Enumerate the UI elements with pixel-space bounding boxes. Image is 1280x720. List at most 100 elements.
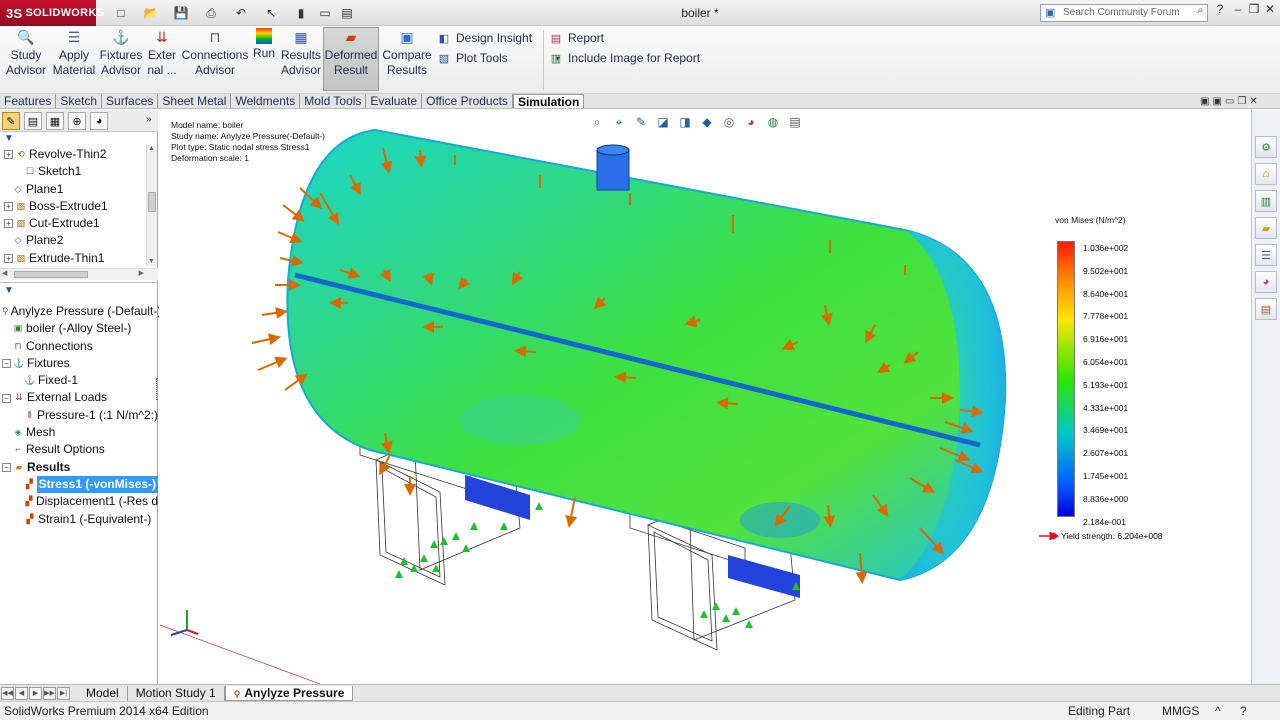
window-close-icon[interactable]: ✕ — [1249, 96, 1257, 110]
tree-item-cut-extrude1[interactable]: + ▨ Cut-Extrude1 — [4, 215, 144, 232]
tree-item-displacement1[interactable]: ▞ Displacement1 (-Res d — [2, 493, 158, 510]
undo-icon[interactable]: ↶ — [232, 4, 250, 22]
tab-surfaces[interactable]: Surfaces — [102, 94, 159, 108]
home-icon[interactable]: ⌂ — [1255, 163, 1277, 185]
scroll-thumb[interactable] — [14, 271, 88, 278]
tree-item-study[interactable]: ⚲ Anylyze Pressure (-Default-) — [2, 303, 161, 320]
close-icon[interactable]: ✕ — [1262, 2, 1278, 18]
run-button[interactable]: Run — [250, 28, 278, 92]
tab-evaluate[interactable]: Evaluate — [366, 94, 423, 108]
tile-vertical-icon[interactable]: ▣ — [1212, 96, 1221, 110]
tab-sheet-metal[interactable]: Sheet Metal — [158, 94, 232, 108]
plot-tools-button[interactable]: ▧ Plot Tools ▾ — [436, 48, 560, 68]
zoom-to-area-icon[interactable]: ⌖ — [611, 114, 627, 130]
minimize-icon[interactable]: – — [1230, 2, 1246, 18]
section-view-icon[interactable]: ◪ — [655, 114, 671, 130]
tab-motion-study-1[interactable]: Motion Study 1 — [128, 685, 225, 701]
report-button[interactable]: ▤ Report — [548, 28, 604, 48]
tree-item-fixed-1[interactable]: ⚓ Fixed-1 — [2, 372, 158, 389]
print-icon[interactable]: ⎙ — [202, 4, 220, 22]
filter-icon[interactable]: ▼ — [4, 133, 14, 144]
status-help-icon[interactable]: ? — [1240, 704, 1247, 718]
tree-item-fixtures[interactable]: − ⚓ Fixtures — [2, 355, 158, 372]
apply-scene-icon[interactable]: ◍ — [765, 114, 781, 130]
tile-horizontal-icon[interactable]: ▣ — [1200, 96, 1209, 110]
filter-icon[interactable]: ▼ — [4, 285, 14, 296]
file-explorer-icon[interactable]: ▰ — [1255, 217, 1277, 239]
hide-show-items-icon[interactable]: ◎ — [721, 114, 737, 130]
tree-item-connections[interactable]: ⊓ Connections — [2, 338, 158, 355]
scroll-down-icon[interactable]: ▼ — [148, 258, 155, 265]
tree-item-plane1[interactable]: ◇ Plane1 — [4, 181, 144, 198]
scroll-up-icon[interactable]: ▲ — [148, 145, 155, 152]
zoom-to-fit-icon[interactable]: ⌕ — [589, 114, 605, 130]
deformed-result-button[interactable]: ▰ Deformed Result — [323, 27, 379, 91]
tree-item-results[interactable]: − ▰ Results — [2, 459, 158, 476]
scroll-left-icon[interactable]: ◀ — [2, 269, 7, 277]
view-settings-icon[interactable]: ▤ — [787, 114, 803, 130]
tab-features[interactable]: Features — [0, 94, 57, 108]
tree-horizontal-scrollbar[interactable]: ◀ ▶ — [0, 268, 158, 280]
scroll-thumb[interactable] — [148, 192, 156, 212]
display-manager-tab-icon[interactable]: ◕ — [90, 112, 108, 130]
tree-item-part[interactable]: ▣ boiler (-Alloy Steel-) — [2, 320, 158, 337]
collapse-icon[interactable]: − — [2, 393, 11, 403]
previous-view-icon[interactable]: ✎ — [633, 114, 649, 130]
include-image-button[interactable]: ▥ Include Image for Report — [548, 48, 700, 68]
search-input[interactable]: ▣ Search Community Forum ⌕ — [1040, 4, 1208, 22]
search-scope-icon[interactable]: ▣ — [1045, 6, 1055, 19]
expand-icon[interactable]: + — [4, 253, 13, 263]
solidworks-logo[interactable]: 3S SOLIDWORKS — [0, 0, 104, 26]
tree-item-boss-extrude1[interactable]: + ▧ Boss-Extrude1 — [4, 198, 144, 215]
property-manager-tab-icon[interactable]: ▤ — [24, 112, 42, 130]
results-advisor-button[interactable]: ▦ Results Advisor — [280, 28, 322, 92]
study-advisor-button[interactable]: 🔍 Study Advisor — [4, 28, 48, 92]
tab-model[interactable]: Model — [78, 685, 128, 701]
collapse-icon[interactable]: − — [2, 359, 11, 369]
design-library-icon[interactable]: ▥ — [1255, 190, 1277, 212]
graphics-area[interactable]: Model name: boiler Study name: Anylyze P… — [159, 110, 1251, 684]
tree-item-stress1[interactable]: ▞ Stress1 (-vonMises-) — [2, 475, 158, 494]
tree-item-external-loads[interactable]: − ⇊ External Loads — [2, 389, 158, 406]
first-tab-icon[interactable]: ◀◀ — [1, 686, 14, 700]
tab-weldments[interactable]: Weldments — [231, 94, 301, 108]
expand-tabs-icon[interactable]: » — [146, 114, 152, 125]
tree-item-revolve-thin2[interactable]: + ⟲ Revolve-Thin2 — [4, 146, 144, 163]
custom-properties-icon[interactable]: ▤ — [1255, 298, 1277, 320]
display-style-icon[interactable]: ◆ — [699, 114, 715, 130]
tree-item-result-options[interactable]: ⌐ Result Options — [2, 441, 158, 458]
edit-appearance-icon[interactable]: ◕ — [743, 114, 759, 130]
file-properties-icon[interactable]: ▭ — [316, 4, 334, 22]
search-icon[interactable]: ⌕ — [1197, 5, 1203, 16]
select-arrow-icon[interactable]: ↖ — [262, 4, 280, 22]
expand-icon[interactable]: + — [4, 219, 13, 229]
tab-mold-tools[interactable]: Mold Tools — [300, 94, 367, 108]
pane-splitter[interactable] — [0, 282, 158, 283]
tab-office-products[interactable]: Office Products — [422, 94, 513, 108]
previous-tab-icon[interactable]: ◀ — [15, 686, 28, 700]
configuration-manager-tab-icon[interactable]: ▦ — [46, 112, 64, 130]
tree-item-mesh[interactable]: ◈ Mesh — [2, 424, 158, 441]
options-icon[interactable]: ▤ — [338, 4, 356, 22]
tab-menu-icon[interactable]: ▶| — [57, 686, 70, 700]
window-restore-icon[interactable]: ❐ — [1237, 96, 1246, 110]
tree-item-extrude-thin1[interactable]: + ▧ Extrude-Thin1 — [4, 250, 144, 267]
restore-icon[interactable]: ❐ — [1246, 2, 1262, 18]
window-minimize-icon[interactable]: ▭ — [1225, 96, 1234, 110]
tree-item-strain1[interactable]: ▞ Strain1 (-Equivalent-) — [2, 511, 158, 528]
save-icon[interactable]: 💾 — [172, 4, 190, 22]
collapse-icon[interactable]: − — [2, 462, 11, 472]
tab-simulation[interactable]: Simulation — [512, 94, 585, 109]
tab-anylyze-pressure[interactable]: ⚲ Anylyze Pressure — [224, 685, 354, 701]
compare-results-button[interactable]: ▣ Compare Results — [381, 28, 433, 92]
rebuild-icon[interactable]: ▮ — [292, 4, 310, 22]
dimxpert-tab-icon[interactable]: ⊕ — [68, 112, 86, 130]
tree-item-pressure-1[interactable]: ⫴ Pressure-1 (:1 N/m^2:) — [2, 407, 158, 424]
tree-item-sketch1[interactable]: ☐ Sketch1 — [4, 163, 144, 180]
unit-caret-icon[interactable]: ^ — [1215, 704, 1221, 718]
design-insight-button[interactable]: ◧ Design Insight — [436, 28, 532, 48]
help-icon[interactable]: ? — [1212, 2, 1228, 18]
fixtures-advisor-button[interactable]: ⚓ Fixtures Advisor — [98, 28, 144, 92]
view-palette-icon[interactable]: ☰ — [1255, 244, 1277, 266]
new-document-icon[interactable]: □ — [112, 4, 130, 22]
